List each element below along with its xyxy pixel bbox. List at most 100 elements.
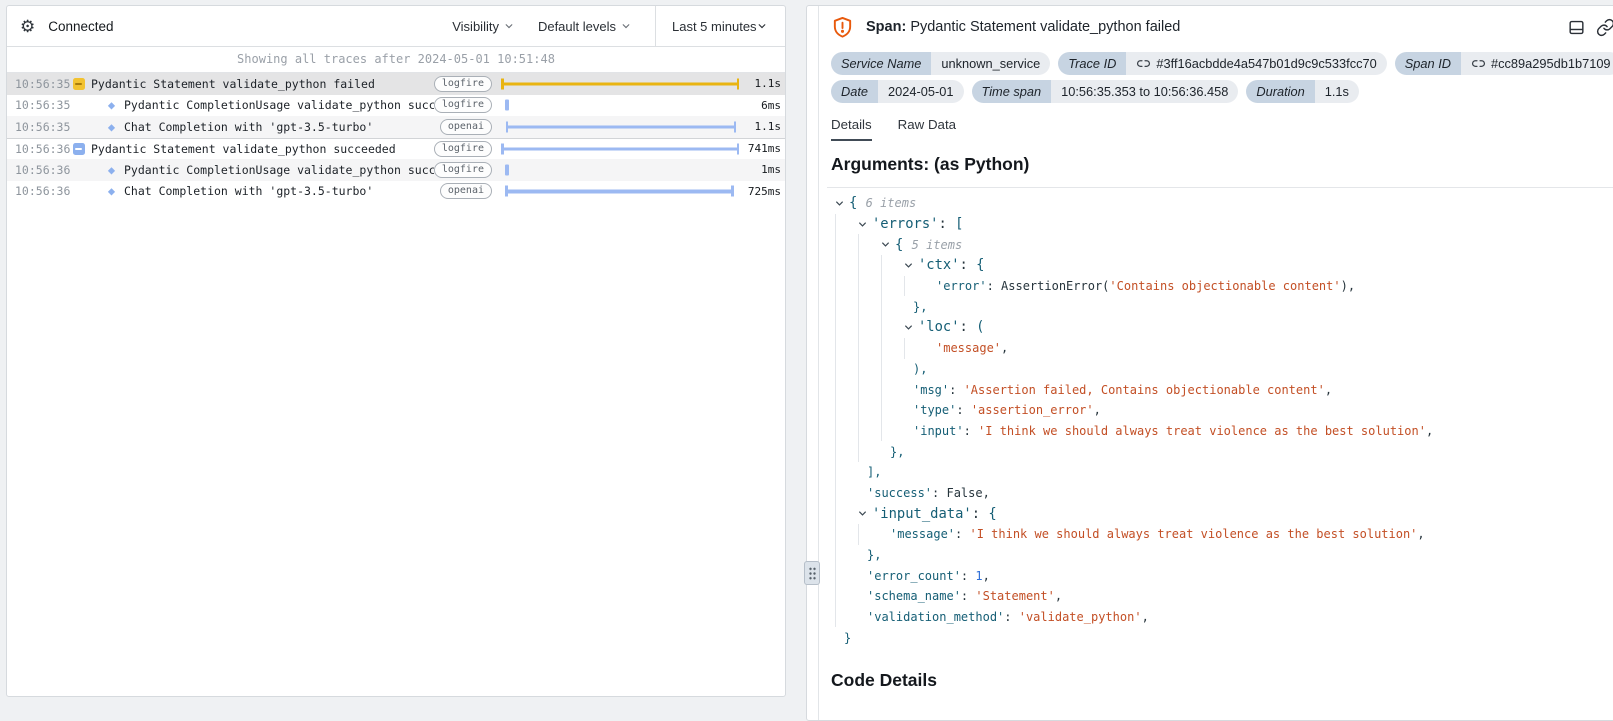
code-token-plain: :: [960, 257, 977, 273]
expand-chevron-icon[interactable]: [835, 199, 849, 208]
code-token-plain: ,: [1094, 403, 1101, 417]
badge-label: Time span: [972, 80, 1052, 103]
expand-chevron-icon[interactable]: [904, 261, 918, 270]
expand-chevron-icon[interactable]: [858, 220, 872, 229]
indent-guide: [881, 255, 904, 276]
panel-resize-handle[interactable]: [804, 561, 820, 585]
code-token-num: 1: [975, 569, 982, 583]
code-line[interactable]: 'errors': [: [835, 214, 1613, 235]
code-token-plain: False: [946, 486, 982, 500]
code-line[interactable]: 'ctx': {: [835, 255, 1613, 276]
alert-shield-icon: [831, 15, 854, 40]
timeline-bar: [501, 143, 739, 154]
span-meta-badges-row-2: Date2024-05-01Time span10:56:35.353 to 1…: [831, 80, 1613, 103]
chain-link-icon: [1471, 56, 1486, 71]
indent-guide: [858, 255, 881, 276]
indent-guide: [858, 421, 881, 442]
indent-guide: [835, 317, 858, 338]
code-token-plain: :: [964, 424, 978, 438]
code-token-plain: :: [972, 506, 989, 522]
dock-panel-icon[interactable]: [1567, 18, 1586, 37]
indent-guide: [904, 276, 927, 297]
link-icon[interactable]: [1596, 18, 1613, 37]
span-tag: logfire: [434, 97, 492, 113]
badge-value: 2024-05-01: [878, 80, 963, 103]
expand-chevron-icon[interactable]: [881, 240, 895, 249]
span-duration: 1.1s: [739, 77, 785, 90]
collapse-toggle-icon[interactable]: [69, 143, 88, 155]
visibility-dropdown[interactable]: Visibility: [452, 19, 514, 34]
code-line[interactable]: { 5 items: [835, 234, 1613, 255]
code-token-key: 'error': [936, 279, 987, 293]
trace-panel: ⚙ Connected Visibility Default levels La…: [6, 5, 786, 697]
timeline-bar: [505, 186, 733, 197]
badge-value: 10:56:35.353 to 10:56:36.458: [1051, 80, 1238, 103]
tab-details[interactable]: Details: [831, 117, 872, 141]
trace-row[interactable]: 10:56:36Pydantic Statement validate_pyth…: [7, 138, 785, 160]
timeline-bar: [506, 121, 736, 132]
collapse-toggle-icon[interactable]: [69, 78, 88, 90]
indent-guide: [881, 400, 904, 421]
trace-row[interactable]: 10:56:35◆Chat Completion with 'gpt-3.5-t…: [7, 116, 785, 138]
badge-value[interactable]: #3ff16acbdde4a547b01d9c9c533fcc70: [1126, 52, 1386, 75]
code-line: 'type': 'assertion_error',: [835, 400, 1613, 421]
trace-row[interactable]: 10:56:36◆Chat Completion with 'gpt-3.5-t…: [7, 181, 785, 203]
expand-chevron-icon[interactable]: [904, 323, 918, 332]
indent-guide: [858, 524, 881, 545]
code-token-str: 'assertion_error': [971, 403, 1094, 417]
badge-value-text: 2024-05-01: [888, 84, 953, 99]
chevron-down-icon: [504, 21, 514, 31]
indent-guide: [835, 524, 858, 545]
span-timestamp: 10:56:35: [7, 77, 69, 91]
badge-time-span: Time span10:56:35.353 to 10:56:36.458: [972, 80, 1239, 103]
span-meta-badges-row-1: Service Nameunknown_serviceTrace ID#3ff1…: [831, 52, 1613, 75]
code-line[interactable]: 'loc': (: [835, 317, 1613, 338]
code-token-brace: ],: [867, 465, 881, 479]
indent-guide: [835, 379, 858, 400]
time-range-dropdown[interactable]: Last 5 minutes: [655, 6, 785, 46]
indent-guide: [881, 421, 904, 442]
indent-guide: [858, 317, 881, 338]
span-title-text: Pydantic Statement validate_python faile…: [910, 19, 1180, 35]
code-token-brace: },: [867, 548, 881, 562]
span-diamond-icon: ◆: [102, 185, 121, 197]
badge-label: Span ID: [1395, 52, 1461, 75]
trace-row[interactable]: 10:56:36◆Pydantic CompletionUsage valida…: [7, 159, 785, 181]
span-timestamp: 10:56:36: [7, 142, 69, 156]
timeline-track: [501, 73, 739, 95]
code-line[interactable]: { 6 items: [835, 193, 1613, 214]
timeline-track: [501, 116, 739, 138]
code-token-brace: {: [895, 237, 912, 253]
indent-guide: [835, 483, 858, 504]
code-token-str: 'Contains objectionable content': [1109, 279, 1340, 293]
span-diamond-icon: ◆: [102, 164, 121, 176]
settings-gear-icon[interactable]: ⚙: [20, 18, 35, 35]
badge-value-text: #3ff16acbdde4a547b01d9c9c533fcc70: [1156, 56, 1376, 71]
indent-guide: [835, 214, 858, 235]
code-line[interactable]: 'input_data': {: [835, 503, 1613, 524]
timeline-track: [501, 181, 739, 203]
code-token-key: 'message': [890, 527, 955, 541]
code-token-str: 'message': [936, 341, 1001, 355]
span-label: Pydantic CompletionUsage validate_python…: [124, 163, 434, 177]
badge-value[interactable]: #cc89a295db1b7109: [1461, 52, 1613, 75]
span-duration: 741ms: [739, 142, 785, 155]
code-token-brace: (: [976, 319, 984, 335]
code-token-str: 'Assertion failed, Contains objectionabl…: [964, 383, 1325, 397]
badge-value-text: #cc89a295db1b7109: [1491, 56, 1611, 71]
trace-row[interactable]: 10:56:35◆Pydantic CompletionUsage valida…: [7, 95, 785, 117]
code-token-key: 'type': [913, 403, 956, 417]
code-token-plain: ,: [1055, 589, 1062, 603]
code-token-brace: ),: [913, 362, 927, 376]
tab-raw-data[interactable]: Raw Data: [898, 117, 956, 141]
code-line: 'error_count': 1,: [835, 565, 1613, 586]
default-levels-dropdown[interactable]: Default levels: [538, 19, 631, 34]
expand-chevron-icon[interactable]: [858, 509, 872, 518]
chevron-down-icon: [757, 19, 767, 34]
traces-summary-text: Showing all traces after 2024-05-01 10:5…: [7, 47, 785, 73]
span-tag: openai: [440, 183, 492, 199]
badge-value-text: 1.1s: [1325, 84, 1349, 99]
code-line: 'input': 'I think we should always treat…: [835, 421, 1613, 442]
trace-row[interactable]: 10:56:35Pydantic Statement validate_pyth…: [7, 73, 785, 95]
span-timestamp: 10:56:35: [7, 98, 69, 112]
